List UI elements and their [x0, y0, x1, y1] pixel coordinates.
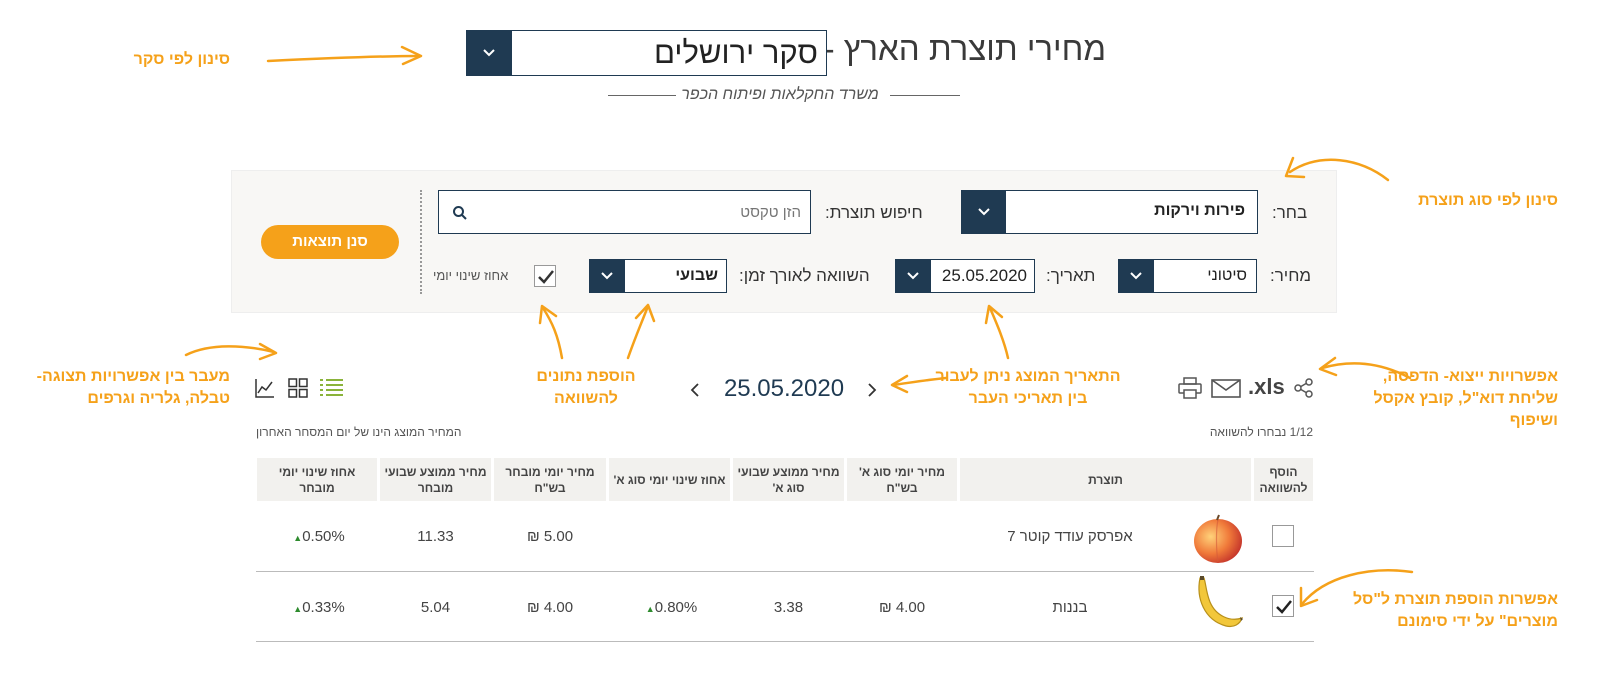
annotation-arrows — [184, 45, 1414, 608]
